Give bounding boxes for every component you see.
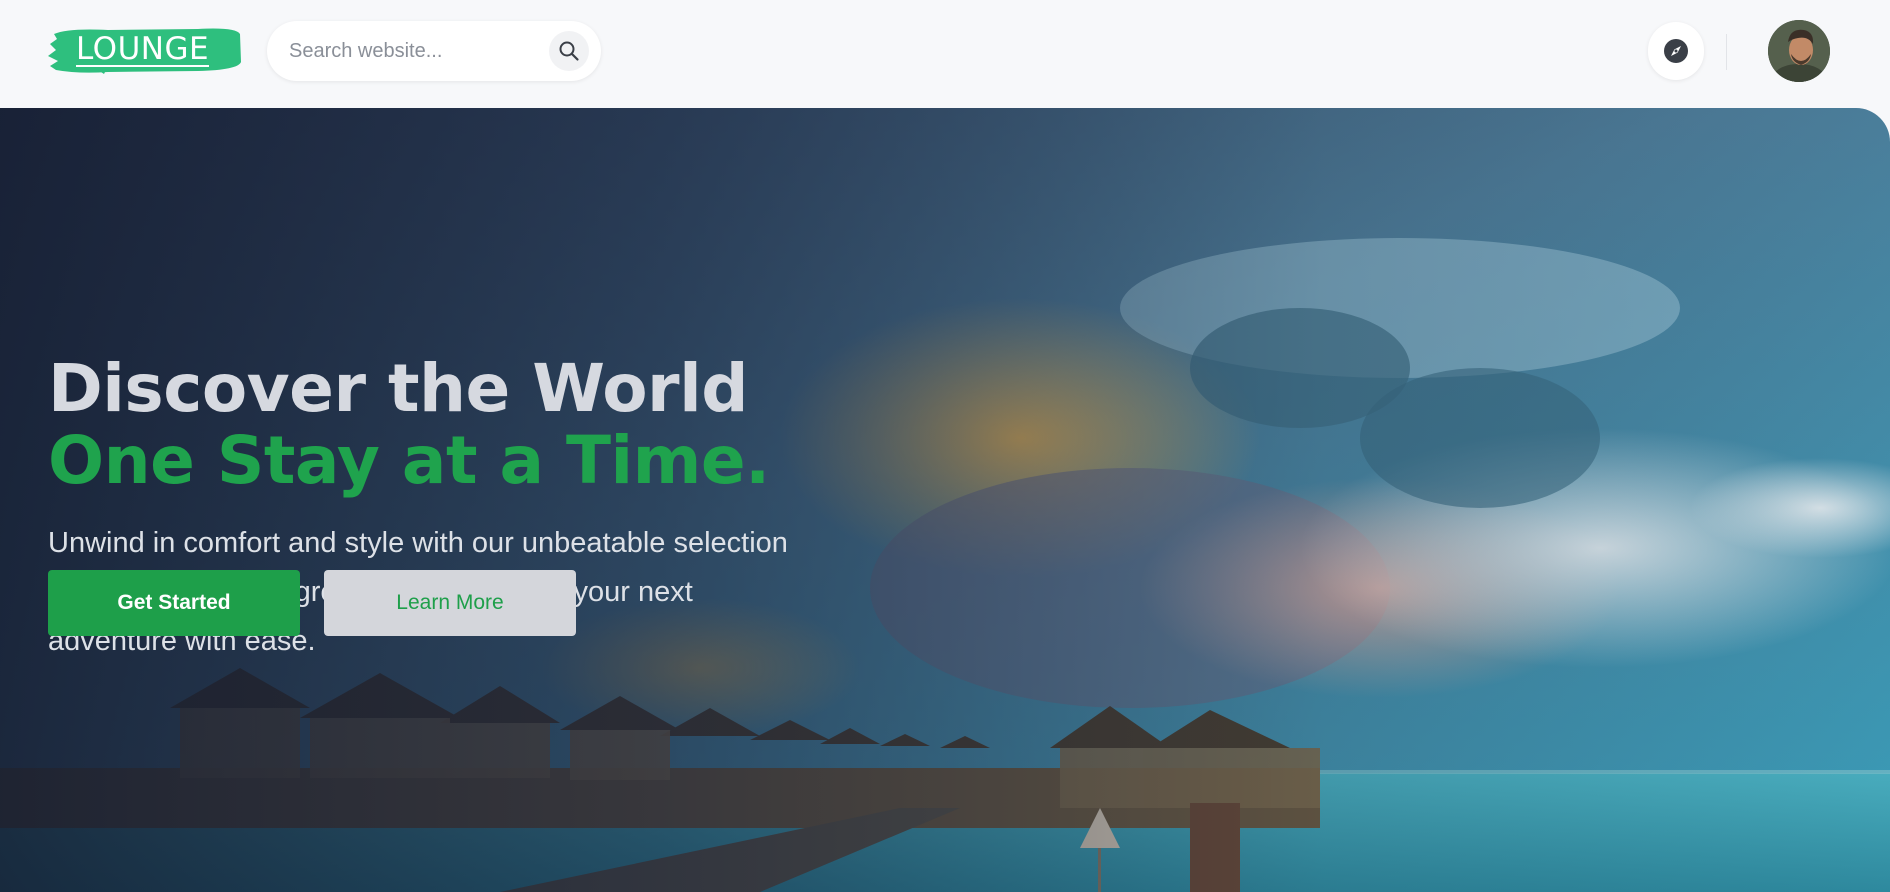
header-divider [1726,34,1727,70]
search-bar [267,21,601,81]
hero-title: Discover the World [48,350,748,427]
avatar-image [1768,20,1830,82]
user-avatar[interactable] [1768,20,1830,82]
search-button[interactable] [549,31,589,71]
brand-logo[interactable]: LOUNGE [48,26,242,76]
search-input[interactable] [289,21,549,81]
search-icon [559,41,579,61]
hero-tagline: One Stay at a Time. [48,422,770,499]
logo-text: LOUNGE [76,31,210,67]
site-header: LOUNGE [0,0,1890,108]
compass-icon [1664,39,1688,63]
hero-section: Discover the World One Stay at a Time. U… [0,108,1890,892]
get-started-button[interactable]: Get Started [48,570,300,636]
learn-more-button[interactable]: Learn More [324,570,576,636]
explore-button[interactable] [1648,22,1704,80]
